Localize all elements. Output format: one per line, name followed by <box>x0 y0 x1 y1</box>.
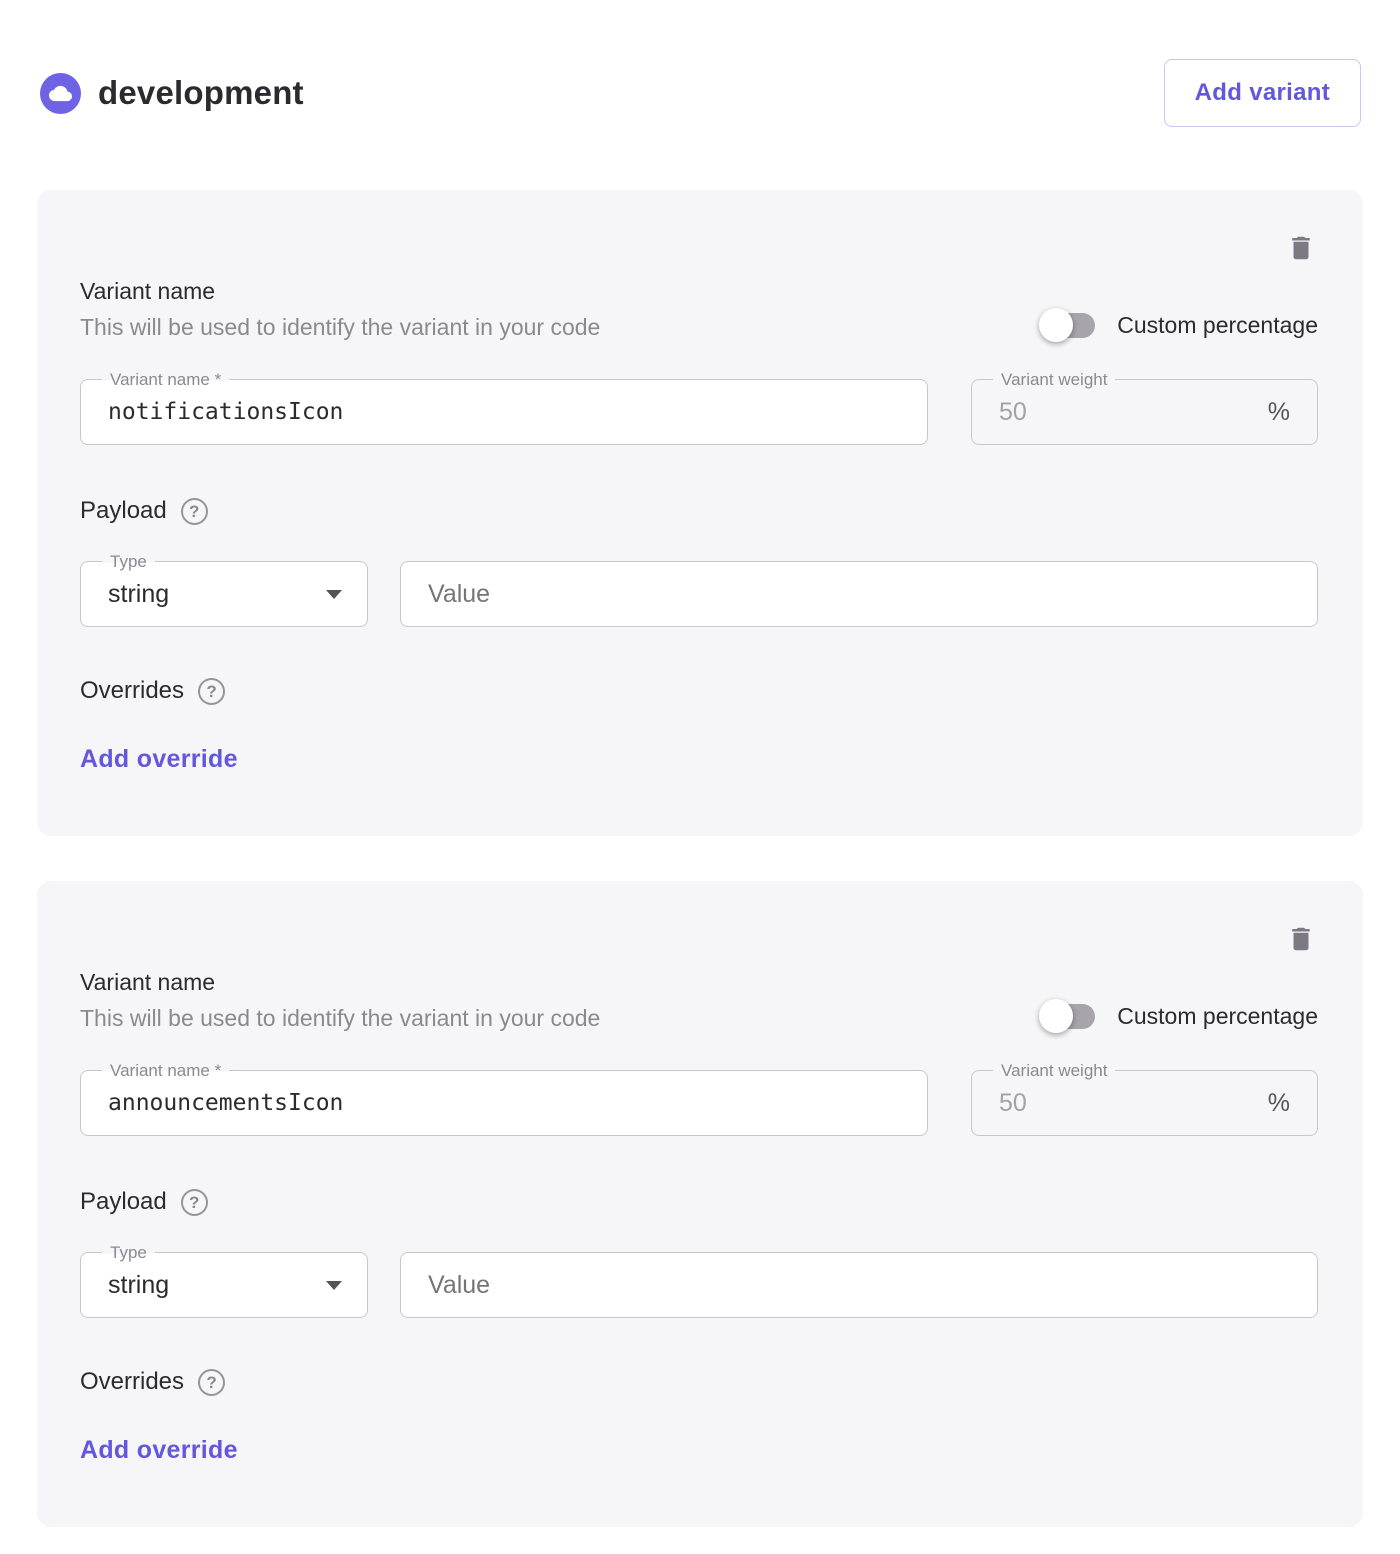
variant-name-input[interactable] <box>81 1090 927 1116</box>
variant-name-input[interactable] <box>81 399 927 425</box>
variant-name-field: Variant name * <box>80 379 928 445</box>
overrides-header-row: Overrides ? <box>80 677 1318 705</box>
payload-value-input[interactable] <box>401 1271 1317 1300</box>
overrides-label: Overrides <box>80 1368 184 1396</box>
payload-value-input[interactable] <box>401 580 1317 609</box>
payload-type-select[interactable]: Type string <box>80 561 368 627</box>
variant-weight-field: Variant weight % <box>971 379 1318 445</box>
payload-type-value: string <box>81 1271 169 1300</box>
variant-name-heading: Variant name <box>80 969 600 996</box>
variant-weight-field: Variant weight % <box>971 1070 1318 1136</box>
custom-percentage-toggle[interactable] <box>1043 311 1095 340</box>
payload-type-select[interactable]: Type string <box>80 1252 368 1318</box>
custom-percentage-label: Custom percentage <box>1117 1003 1318 1030</box>
name-weight-row: Variant name * Variant weight % <box>80 1070 1318 1136</box>
payload-value-field <box>400 1252 1318 1318</box>
payload-label: Payload <box>80 1188 167 1216</box>
percent-suffix: % <box>1268 1089 1317 1118</box>
chevron-down-icon <box>326 590 342 599</box>
add-override-button[interactable]: Add override <box>80 745 238 774</box>
variant-weight-input[interactable] <box>972 398 1192 427</box>
name-weight-row: Variant name * Variant weight % <box>80 379 1318 445</box>
variant-name-field: Variant name * <box>80 1070 928 1136</box>
add-variant-button[interactable]: Add variant <box>1164 59 1361 127</box>
payload-header-row: Payload ? <box>80 497 1318 525</box>
variant-card: Variant name This will be used to identi… <box>37 190 1363 836</box>
variant-name-description: This will be used to identify the varian… <box>80 1005 600 1032</box>
variant-weight-field-label: Variant weight <box>993 370 1115 390</box>
percent-suffix: % <box>1268 398 1317 427</box>
variant-name-heading-block: Variant name This will be used to identi… <box>80 969 600 1032</box>
variant-name-field-label: Variant name * <box>102 1061 229 1081</box>
custom-percentage-label: Custom percentage <box>1117 312 1318 339</box>
overrides-header-row: Overrides ? <box>80 1368 1318 1396</box>
chevron-down-icon <box>326 1281 342 1290</box>
environment-header: development Add variant <box>0 0 1400 130</box>
variant-name-field-label: Variant name * <box>102 370 229 390</box>
page-title: development <box>98 74 304 112</box>
payload-header-row: Payload ? <box>80 1188 1318 1216</box>
payload-value-field <box>400 561 1318 627</box>
variant-head-row: Variant name This will be used to identi… <box>80 278 1318 341</box>
payload-type-value: string <box>81 580 169 609</box>
delete-variant-button[interactable] <box>1286 232 1316 264</box>
variant-weight-field-label: Variant weight <box>993 1061 1115 1081</box>
payload-type-label: Type <box>102 552 155 572</box>
payload-label: Payload <box>80 497 167 525</box>
custom-percentage-row: Custom percentage <box>1043 311 1318 341</box>
payload-help-icon[interactable]: ? <box>181 1189 208 1216</box>
environment-brand: development <box>40 73 304 114</box>
variant-name-description: This will be used to identify the varian… <box>80 314 600 341</box>
variant-head-row: Variant name This will be used to identi… <box>80 969 1318 1032</box>
trash-icon <box>1286 923 1316 955</box>
custom-percentage-toggle[interactable] <box>1043 1002 1095 1031</box>
payload-fields-row: Type string <box>80 561 1318 627</box>
add-override-button[interactable]: Add override <box>80 1436 238 1465</box>
cloud-icon <box>40 73 81 114</box>
payload-help-icon[interactable]: ? <box>181 498 208 525</box>
trash-icon <box>1286 232 1316 264</box>
overrides-label: Overrides <box>80 677 184 705</box>
payload-fields-row: Type string <box>80 1252 1318 1318</box>
variant-card: Variant name This will be used to identi… <box>37 881 1363 1527</box>
payload-type-label: Type <box>102 1243 155 1263</box>
delete-variant-button[interactable] <box>1286 923 1316 955</box>
overrides-help-icon[interactable]: ? <box>198 678 225 705</box>
variant-weight-input[interactable] <box>972 1089 1192 1118</box>
variant-name-heading: Variant name <box>80 278 600 305</box>
overrides-help-icon[interactable]: ? <box>198 1369 225 1396</box>
variant-name-heading-block: Variant name This will be used to identi… <box>80 278 600 341</box>
custom-percentage-row: Custom percentage <box>1043 1002 1318 1032</box>
